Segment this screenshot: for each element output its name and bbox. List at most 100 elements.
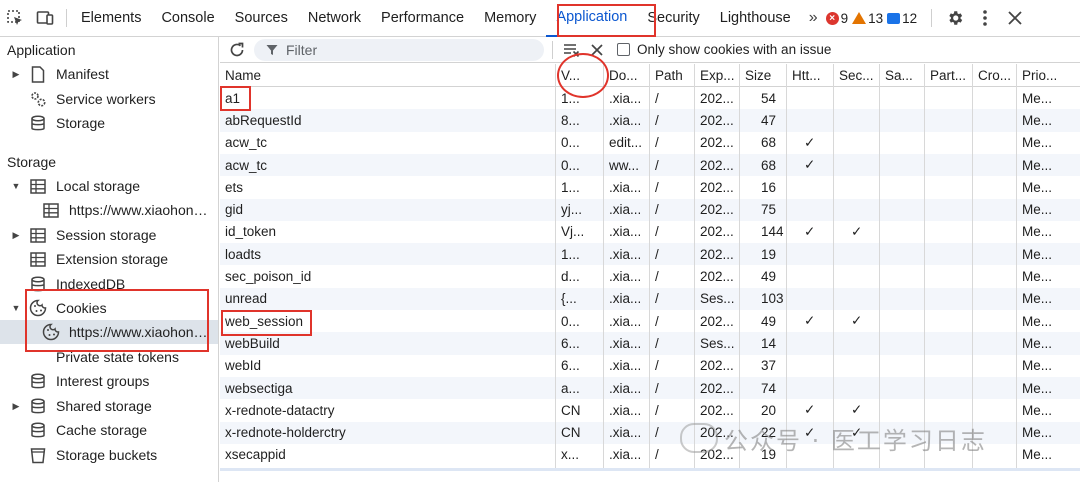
table-row[interactable]: x-rednote-holderctry CN .xia... / 202... 22 ✓ ✓…	[220, 421, 1080, 444]
table-row[interactable]: sec_poison_id d... .xia... / 202... 49 Me...	[220, 265, 1080, 287]
column-divider[interactable]	[924, 64, 925, 470]
table-row[interactable]: webId 6... .xia... / 202... 37 Me...	[220, 355, 1080, 377]
table-row[interactable]: loadts 1... .xia... / 202... 19 Me...	[220, 243, 1080, 266]
table-row[interactable]: websectiga a... .xia... / 202... 74 Me...	[220, 376, 1080, 400]
column-divider[interactable]	[786, 64, 787, 470]
only-issue-checkbox[interactable]	[617, 43, 630, 56]
column-divider[interactable]	[694, 64, 695, 470]
message-count-badge[interactable]: 12	[887, 11, 917, 26]
column-header[interactable]: Size	[740, 64, 787, 86]
filter-input[interactable]: Filter	[254, 38, 544, 61]
column-header[interactable]: Path	[650, 64, 695, 86]
table-cell	[787, 288, 834, 310]
column-header[interactable]: Htt...	[787, 64, 834, 86]
column-header[interactable]: Cro...	[973, 64, 1017, 86]
sidebar-item-private-state-tokens[interactable]: Private state tokens	[0, 345, 218, 369]
collapse-arrow-icon[interactable]: ▼	[11, 303, 21, 313]
table-row[interactable]: acw_tc 0... edit... / 202... 68 ✓ Me...	[220, 132, 1080, 154]
table-cell: 0...	[561, 313, 580, 329]
sidebar-item-cookies-origin[interactable]: https://www.xiaohon…	[0, 320, 218, 344]
column-divider[interactable]	[879, 64, 880, 470]
table-cell: .xia...	[609, 291, 642, 307]
tab-application[interactable]: Application	[546, 0, 638, 37]
table-cell	[880, 422, 925, 444]
sidebar-item-label: Cookies	[56, 300, 107, 316]
table-row[interactable]: ets 1... .xia... / 202... 16 Me...	[220, 176, 1080, 198]
sidebar-item-interest-groups[interactable]: Interest groups	[0, 369, 218, 393]
sidebar-item-indexeddb[interactable]: IndexedDB	[0, 272, 218, 296]
table-cell: ✓	[851, 313, 863, 329]
tab-network[interactable]: Network	[298, 0, 371, 37]
tab-performance[interactable]: Performance	[371, 0, 474, 37]
settings-gear-icon[interactable]	[940, 0, 970, 37]
error-count-badge[interactable]: × 9	[825, 11, 848, 26]
sidebar-item-storage-buckets[interactable]: Storage buckets	[0, 443, 218, 467]
expand-arrow-icon[interactable]: ▶	[11, 69, 21, 79]
column-header[interactable]: Part...	[925, 64, 973, 86]
table-row[interactable]: xsecappid x... .xia... / 202... 19 Me...	[220, 444, 1080, 466]
sidebar-item-service-workers[interactable]: Service workers	[0, 87, 218, 111]
table-cell: 49	[761, 269, 777, 285]
sidebar-item-cache-storage[interactable]: Cache storage	[0, 418, 218, 442]
column-divider[interactable]	[603, 64, 604, 470]
sidebar-item-label: https://www.xiaohon…	[69, 324, 208, 340]
column-header[interactable]: Sa...	[880, 64, 925, 86]
tab-console[interactable]: Console	[151, 0, 224, 37]
sidebar-item-manifest[interactable]: ▶ Manifest	[0, 62, 218, 86]
warning-count-badge[interactable]: 13	[852, 11, 883, 26]
table-cell: ✓	[804, 402, 816, 418]
tab-memory[interactable]: Memory	[474, 0, 546, 37]
column-header[interactable]: V...	[556, 64, 604, 86]
tab-lighthouse[interactable]: Lighthouse	[710, 0, 801, 37]
sidebar-item-shared-storage[interactable]: ▶ Shared storage	[0, 394, 218, 418]
inspect-element-icon[interactable]	[0, 0, 30, 37]
column-header[interactable]: Sec...	[834, 64, 880, 86]
table-row[interactable]: web_session 0... .xia... / 202... 49 ✓ ✓ Me...	[220, 310, 1080, 332]
column-header[interactable]: Exp...	[695, 64, 740, 86]
sidebar-item-extension-storage[interactable]: Extension storage	[0, 247, 218, 271]
table-cell	[880, 399, 925, 421]
table-row[interactable]: acw_tc 0... ww... / 202... 68 ✓ Me...	[220, 153, 1080, 177]
table-row[interactable]: unread {... .xia... / Ses... 103 Me...	[220, 287, 1080, 310]
table-row[interactable]: webBuild 6... .xia... / Ses... 14 Me...	[220, 332, 1080, 355]
collapse-arrow-icon[interactable]: ▼	[11, 181, 21, 191]
refresh-icon[interactable]	[220, 42, 254, 58]
close-devtools-icon[interactable]	[1000, 0, 1030, 37]
table-cell	[973, 332, 1017, 354]
table-cell: 202...	[700, 246, 734, 262]
more-tabs-icon[interactable]: »	[801, 9, 822, 27]
column-divider[interactable]	[972, 64, 973, 470]
table-cell: .xia...	[609, 335, 642, 351]
table-row[interactable]: x-rednote-datactry CN .xia... / 202... 20 ✓ ✓ Me…	[220, 399, 1080, 421]
clear-filtered-cookies-icon[interactable]	[561, 43, 583, 57]
more-options-icon[interactable]	[970, 0, 1000, 37]
column-divider[interactable]	[739, 64, 740, 470]
table-cell: .xia...	[609, 246, 642, 262]
column-header[interactable]: Name	[220, 64, 556, 86]
sidebar-item-storage[interactable]: Storage	[0, 111, 218, 135]
tab-elements[interactable]: Elements	[71, 0, 151, 37]
column-divider[interactable]	[555, 64, 556, 470]
clear-all-cookies-icon[interactable]	[583, 43, 611, 56]
column-header[interactable]: Do...	[604, 64, 650, 86]
table-row[interactable]: gid yj... .xia... / 202... 75 Me...	[220, 198, 1080, 221]
column-divider[interactable]	[649, 64, 650, 470]
table-cell: Ses...	[700, 291, 735, 307]
sidebar-item-local-storage[interactable]: ▼ Local storage	[0, 174, 218, 198]
table-row[interactable]: abRequestId 8... .xia... / 202... 47 Me...	[220, 109, 1080, 132]
column-divider[interactable]	[1016, 64, 1017, 470]
sidebar-item-cookies[interactable]: ▼ Cookies	[0, 296, 218, 320]
expand-arrow-icon[interactable]: ▶	[11, 401, 21, 411]
devtools-tab-bar: Elements Console Sources Network Performance…	[0, 0, 1080, 37]
sidebar-item-local-storage-origin[interactable]: https://www.xiaohon…	[0, 198, 218, 222]
table-cell: Me...	[1022, 335, 1053, 351]
sidebar-item-session-storage[interactable]: ▶ Session storage	[0, 223, 218, 247]
column-divider[interactable]	[833, 64, 834, 470]
table-row[interactable]: id_token Vj... .xia... / 202... 144 ✓ ✓ Me...	[220, 221, 1080, 243]
tab-sources[interactable]: Sources	[225, 0, 298, 37]
expand-arrow-icon[interactable]: ▶	[11, 230, 21, 240]
column-header[interactable]: Prio...	[1017, 64, 1080, 86]
tab-security[interactable]: Security	[637, 0, 709, 37]
table-row[interactable]: a1 1... .xia... / 202... 54 Me...	[220, 87, 1080, 109]
device-toolbar-icon[interactable]	[30, 0, 60, 37]
